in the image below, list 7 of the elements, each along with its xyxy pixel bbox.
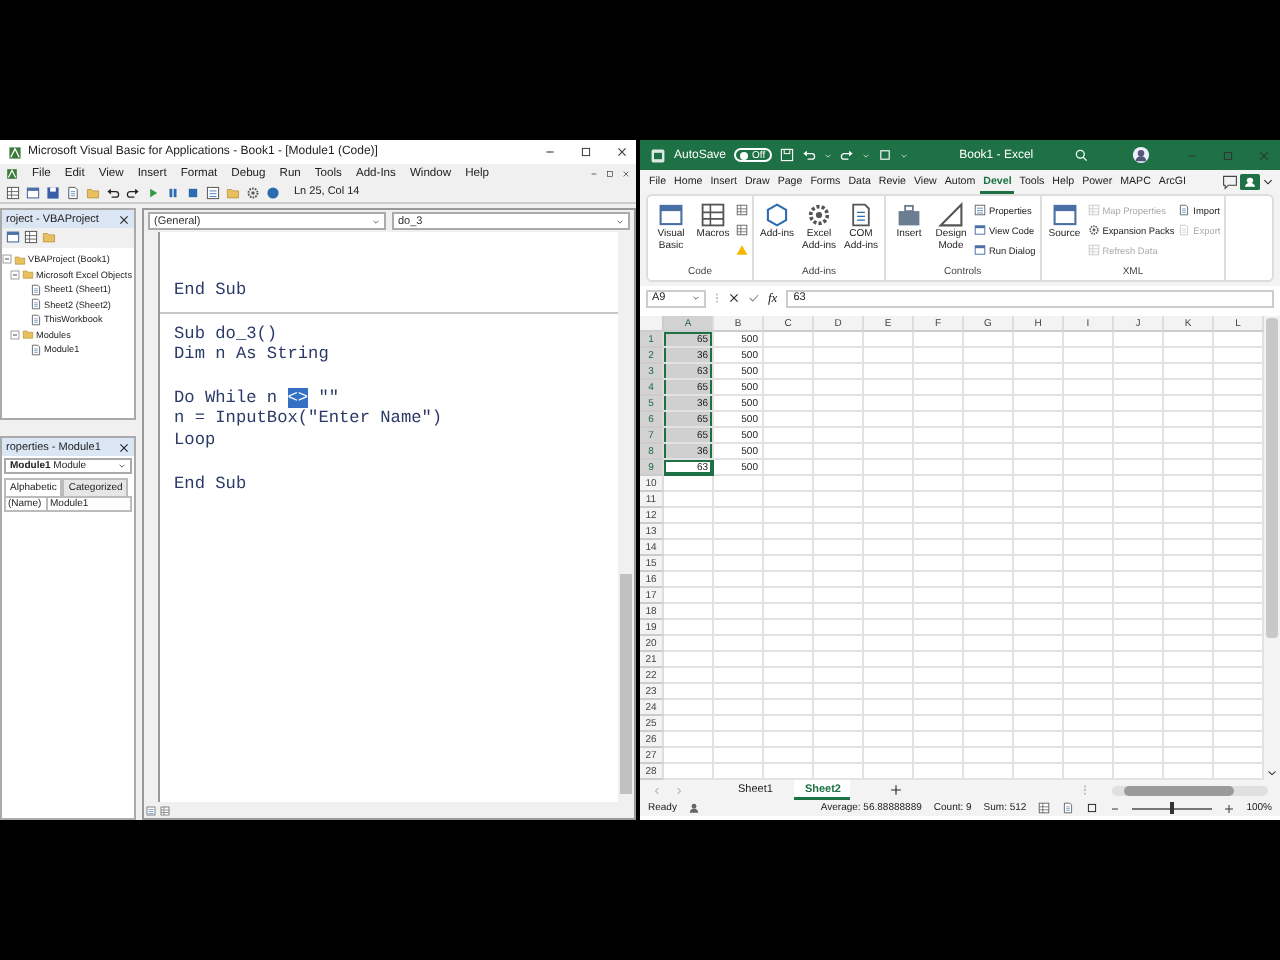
code-line: Loop	[174, 430, 216, 452]
code-line: n = InputBox("Enter Name")	[174, 408, 443, 431]
code-line: End Sub	[174, 280, 247, 302]
code-line: Do While n <> ""	[174, 387, 340, 409]
code-line: End Sub	[174, 473, 247, 495]
code-line: Dim n As String	[174, 344, 329, 367]
code-line: Sub do_3()	[174, 323, 278, 345]
